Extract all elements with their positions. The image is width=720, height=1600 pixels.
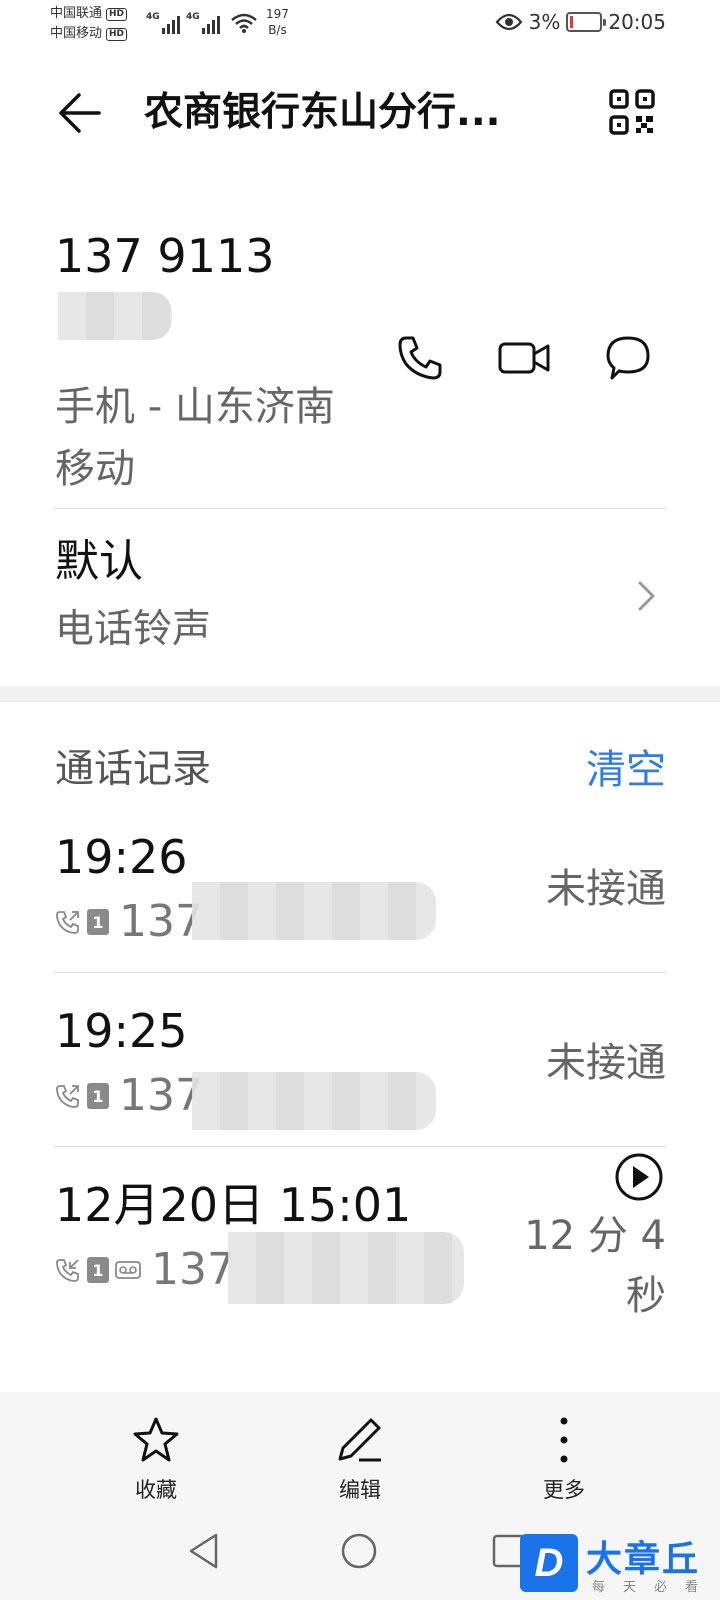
phone-icon	[398, 336, 442, 380]
more-label: 更多	[543, 1478, 585, 1502]
call-meta: 1 137	[55, 896, 203, 948]
call-log-item[interactable]: 19:26 1 137 未接通	[0, 828, 720, 958]
sim-card-icon: 1	[87, 1257, 109, 1283]
favorite-label: 收藏	[135, 1478, 177, 1502]
call-meta: 1 137	[55, 1070, 203, 1122]
phone-number[interactable]: 137 9113	[55, 228, 275, 284]
signal-strength-icon: 4G	[186, 12, 220, 34]
status-bar: 中国联通 HD 中国移动 HD 4G 4G 197 B/s 3% 20:05	[0, 0, 720, 48]
message-bubble-icon	[606, 336, 650, 380]
qr-code-icon	[609, 89, 655, 135]
divider	[54, 508, 666, 509]
call-time: 19:25	[55, 1004, 188, 1058]
back-arrow-icon	[59, 93, 101, 133]
more-button[interactable]: 更多	[504, 1416, 624, 1504]
carrier-1-label: 中国联通	[50, 6, 103, 21]
outgoing-call-icon	[56, 911, 79, 934]
star-icon	[133, 1417, 179, 1462]
call-meta: 1 137	[55, 1244, 235, 1296]
pencil-icon	[338, 1418, 381, 1462]
call-log-title: 通话记录	[55, 747, 212, 792]
battery-icon	[566, 12, 607, 32]
call-log-item[interactable]: 19:25 1 137 未接通	[0, 1002, 720, 1132]
network-type-label: 4G	[186, 12, 200, 22]
hd-badge: HD	[106, 27, 128, 41]
network-speed: 197 B/s	[266, 6, 289, 38]
ringtone-label: 电话铃声	[55, 607, 212, 652]
status-right-group: 3% 20:05	[495, 10, 666, 34]
message-button[interactable]	[600, 330, 656, 386]
video-call-button[interactable]	[496, 330, 552, 386]
redacted-number	[228, 1232, 464, 1304]
carrier-2-label: 中国移动	[50, 26, 103, 41]
call-log-item[interactable]: 12月20日 15:01 1 137 12 分 4 秒	[0, 1153, 720, 1326]
nav-home-icon[interactable]	[340, 1532, 378, 1570]
hd-badge: HD	[106, 7, 128, 21]
watermark-name: 大章丘	[586, 1539, 701, 1580]
divider	[54, 972, 666, 973]
call-number: 137	[119, 1070, 203, 1121]
outgoing-call-icon	[56, 1085, 79, 1108]
page-title: 农商银行东山分行...	[144, 90, 501, 135]
call-time: 12月20日 15:01	[55, 1178, 412, 1232]
watermark-logo: D	[520, 1534, 578, 1592]
number-type-location: 手机 - 山东济南 移动	[55, 384, 335, 492]
qr-code-button[interactable]	[608, 88, 656, 136]
app-header: 农商银行东山分行...	[0, 68, 720, 158]
sim-card-icon: 1	[87, 909, 109, 935]
play-recording-icon[interactable]	[614, 1152, 664, 1202]
chevron-right-icon	[638, 581, 655, 611]
net-speed-value: 197	[266, 7, 289, 21]
section-separator	[0, 686, 720, 702]
carrier-info: 中国联通 HD 中国移动 HD	[50, 4, 128, 44]
edit-label: 编辑	[339, 1478, 381, 1502]
call-duration: 12 分 4 秒	[524, 1213, 666, 1319]
battery-percent: 3%	[528, 10, 561, 34]
bottom-action-bar: 收藏 编辑 更多	[0, 1392, 720, 1510]
call-status: 未接通	[546, 1040, 666, 1086]
video-camera-icon	[498, 342, 550, 374]
sim-card-icon: 1	[87, 1083, 109, 1109]
net-speed-unit: B/s	[268, 23, 287, 37]
edit-button[interactable]: 编辑	[300, 1416, 420, 1504]
incoming-call-icon	[56, 1259, 79, 1282]
contact-actions	[392, 330, 656, 386]
divider	[54, 1146, 666, 1147]
watermark: D 大章丘 每天必看	[520, 1534, 720, 1600]
wifi-icon	[231, 13, 257, 33]
signal-indicators: 4G 4G	[146, 12, 220, 34]
redacted-number	[58, 292, 172, 340]
voicemail-icon	[115, 1261, 141, 1279]
eye-icon	[495, 13, 523, 31]
call-button[interactable]	[392, 330, 448, 386]
call-number: 137	[151, 1244, 235, 1295]
signal-strength-icon: 4G	[146, 12, 180, 34]
ringtone-value: 默认	[55, 536, 143, 587]
call-number: 137	[119, 896, 203, 947]
clock: 20:05	[608, 10, 666, 34]
redacted-number	[192, 1072, 436, 1130]
favorite-button[interactable]: 收藏	[96, 1416, 216, 1504]
redacted-number	[192, 882, 436, 940]
call-status: 未接通	[546, 866, 666, 912]
network-type-label: 4G	[146, 12, 160, 22]
nav-back-icon[interactable]	[186, 1532, 222, 1570]
clear-call-log-button[interactable]: 清空	[586, 744, 666, 796]
ringtone-row[interactable]: 默认 电话铃声	[0, 518, 720, 668]
more-vertical-icon	[560, 1417, 568, 1463]
watermark-slogan: 每天必看	[592, 1580, 717, 1595]
back-button[interactable]	[54, 88, 104, 138]
call-time: 19:26	[55, 830, 188, 884]
